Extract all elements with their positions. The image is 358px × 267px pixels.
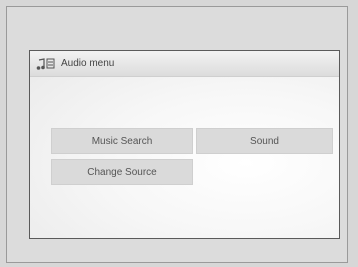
music-note-icon — [36, 57, 56, 71]
page-background: Audio menu Music Search Sound Change Sou… — [0, 0, 358, 267]
music-search-button[interactable]: Music Search — [51, 128, 193, 154]
window-title: Audio menu — [61, 58, 115, 69]
audio-menu-screen: Audio menu Music Search Sound Change Sou… — [29, 50, 340, 239]
sound-label: Sound — [250, 135, 279, 147]
sound-button[interactable]: Sound — [196, 128, 333, 154]
music-search-label: Music Search — [91, 135, 153, 147]
change-source-button[interactable]: Change Source — [51, 159, 193, 185]
figure-frame: Audio menu Music Search Sound Change Sou… — [6, 6, 348, 263]
title-bar: Audio menu — [30, 51, 339, 77]
change-source-label: Change Source — [87, 166, 157, 178]
